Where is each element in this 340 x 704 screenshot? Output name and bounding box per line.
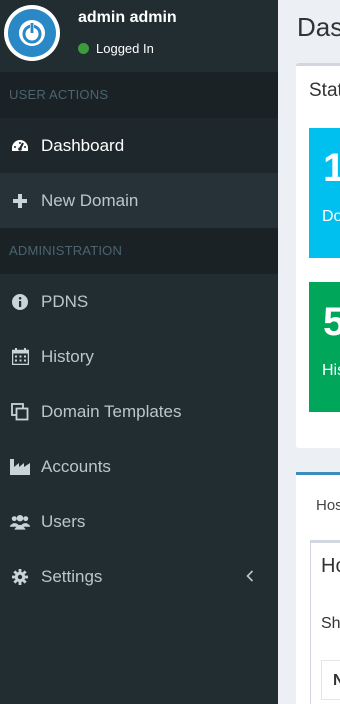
show-entries-label: Sh	[321, 615, 340, 632]
sidebar: admin admin Logged In USER ACTIONS Dashb…	[0, 0, 278, 704]
domains-count: 1	[323, 146, 340, 190]
history-count: 5	[323, 300, 340, 344]
hosted-domains-title: Ho	[321, 555, 340, 577]
history-label: His	[322, 362, 340, 379]
chevron-left-icon[interactable]	[246, 567, 254, 587]
clone-icon	[10, 402, 30, 421]
sidebar-item-label: Domain Templates	[41, 401, 182, 421]
user-name: admin admin	[78, 9, 177, 26]
domains-stat-box[interactable]: 1 Do	[309, 128, 340, 258]
table-header-label: N	[333, 672, 340, 689]
section-header-user-actions: USER ACTIONS	[0, 72, 278, 118]
dashboard-icon	[10, 138, 30, 154]
section-header-administration: ADMINISTRATION	[0, 228, 278, 274]
users-icon	[10, 514, 30, 530]
statistics-box-title: Stat	[309, 80, 340, 101]
power-icon	[19, 20, 45, 46]
user-status-label: Logged In	[96, 41, 154, 56]
sidebar-item-label: New Domain	[41, 190, 139, 210]
sidebar-item-label: Settings	[41, 566, 103, 586]
sidebar-item-dashboard[interactable]: Dashboard	[0, 118, 278, 173]
plus-icon	[10, 193, 30, 208]
sidebar-item-label: Dashboard	[41, 135, 125, 155]
info-circle-icon	[10, 293, 30, 310]
table-header-name[interactable]: N	[321, 660, 340, 700]
page-title: Das	[297, 12, 340, 42]
sidebar-item-users[interactable]: Users	[0, 494, 278, 549]
sidebar-item-history[interactable]: History	[0, 329, 278, 384]
sidebar-item-domain-templates[interactable]: Domain Templates	[0, 384, 278, 439]
status-dot-icon	[78, 43, 89, 54]
domains-label: Do	[322, 208, 340, 225]
sidebar-item-accounts[interactable]: Accounts	[0, 439, 278, 494]
main-content: Das Stat 1 Do 5 His Hos Ho Sh N	[278, 0, 340, 704]
sidebar-item-label: PDNS	[41, 291, 89, 311]
sidebar-item-new-domain[interactable]: New Domain	[0, 173, 278, 228]
sidebar-item-label: Users	[41, 511, 86, 531]
sidebar-item-label: Accounts	[41, 456, 111, 476]
user-panel: admin admin Logged In	[0, 0, 278, 72]
sidebar-item-settings[interactable]: Settings	[0, 549, 278, 604]
sidebar-item-label: History	[41, 346, 94, 366]
avatar	[4, 5, 60, 61]
industry-icon	[10, 458, 30, 475]
sidebar-item-pdns[interactable]: PDNS	[0, 274, 278, 329]
history-stat-box[interactable]: 5 His	[309, 282, 340, 412]
calendar-icon	[10, 348, 30, 365]
tab-hosted-domains[interactable]: Hos	[316, 497, 340, 514]
statistics-box: Stat 1 Do 5 His	[296, 63, 340, 448]
gear-icon	[10, 568, 30, 585]
user-status: Logged In	[78, 41, 154, 56]
hosted-domains-box: Ho Sh N	[310, 540, 340, 704]
